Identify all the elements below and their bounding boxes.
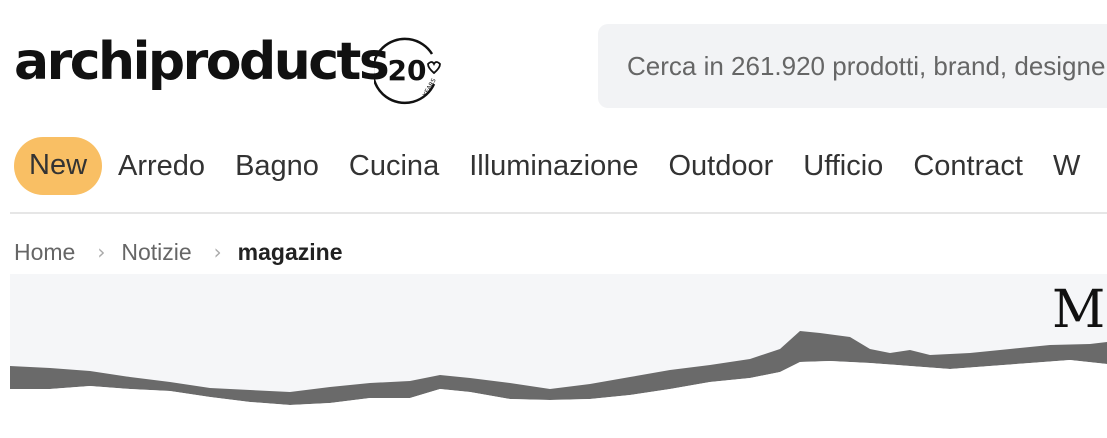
nav-item-contract[interactable]: Contract	[913, 151, 1023, 181]
nav-item-ufficio[interactable]: Ufficio	[803, 151, 883, 181]
breadcrumb: Home › Notizie › magazine	[14, 238, 343, 266]
nav-divider	[10, 212, 1107, 214]
chevron-right-icon: ›	[97, 240, 106, 264]
search-placeholder: Cerca in 261.920 prodotti, brand, design…	[627, 50, 1107, 81]
search-input[interactable]: Cerca in 261.920 prodotti, brand, design…	[598, 24, 1107, 108]
breadcrumb-home[interactable]: Home	[14, 240, 75, 264]
nav-item-bagno[interactable]: Bagno	[235, 151, 319, 181]
torn-paper-graphic	[10, 274, 1107, 438]
nav-item-truncated[interactable]: W	[1053, 151, 1080, 181]
nav-item-new[interactable]: New	[14, 137, 103, 195]
site-logo[interactable]: archiproducts 20 YEARS	[14, 30, 454, 110]
chevron-right-icon: ›	[213, 240, 222, 264]
main-nav: New Arredo Bagno Cucina Illuminazione Ou…	[14, 136, 1107, 196]
magazine-hero-banner: M	[10, 274, 1107, 438]
nav-item-arredo[interactable]: Arredo	[118, 151, 205, 181]
page: archiproducts 20 YEARS Cerca in 261.920 …	[0, 0, 1107, 438]
nav-item-cucina[interactable]: Cucina	[349, 151, 439, 181]
breadcrumb-notizie[interactable]: Notizie	[121, 240, 191, 264]
magazine-title: M	[1052, 280, 1106, 340]
nav-item-illuminazione[interactable]: Illuminazione	[469, 151, 638, 181]
logo-wordmark: archiproducts	[14, 32, 390, 92]
breadcrumb-current: magazine	[237, 238, 343, 265]
nav-item-outdoor[interactable]: Outdoor	[668, 151, 773, 181]
anniversary-badge-icon: 20 YEARS	[371, 34, 450, 106]
